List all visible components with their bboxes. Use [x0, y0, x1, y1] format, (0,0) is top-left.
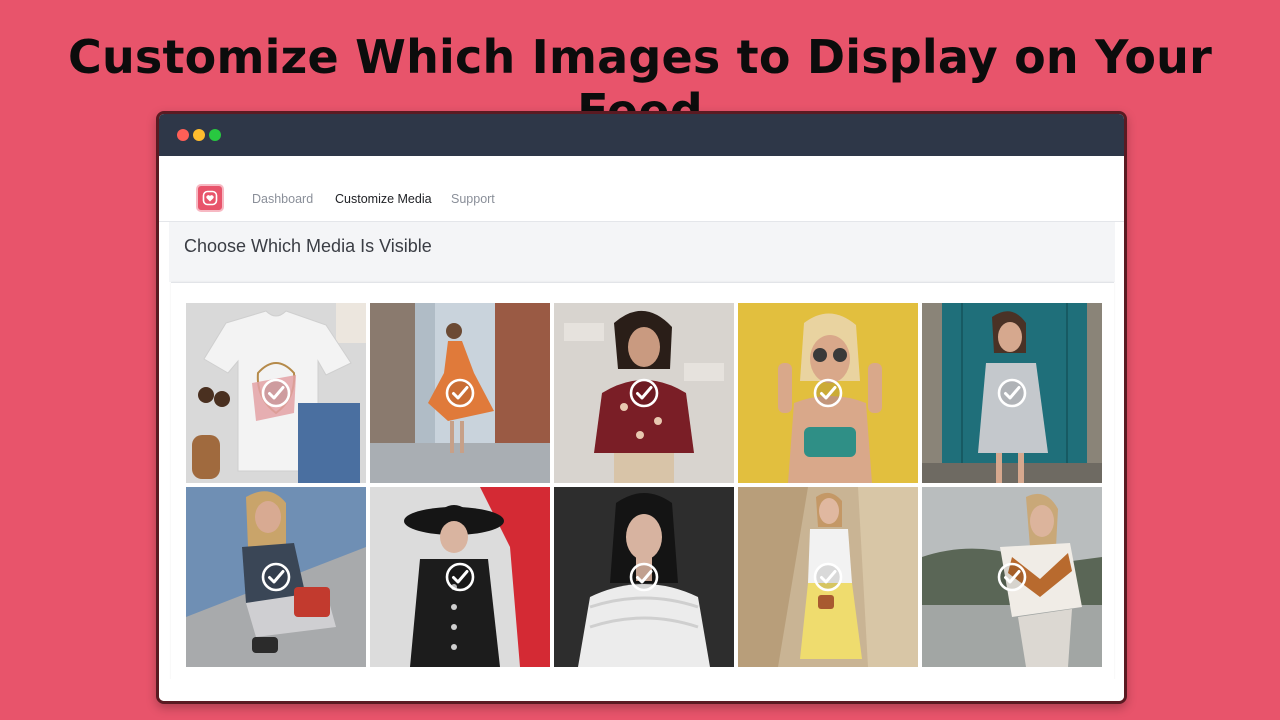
app-navbar: Dashboard Customize Media Support — [159, 156, 1124, 222]
nav-customize-media[interactable]: Customize Media — [335, 192, 432, 206]
media-tile[interactable] — [370, 303, 550, 483]
media-tile[interactable] — [738, 303, 918, 483]
check-circle-icon — [813, 378, 843, 408]
check-circle-icon — [629, 562, 659, 592]
media-card — [171, 282, 1114, 682]
nav-support[interactable]: Support — [451, 192, 495, 206]
check-circle-icon — [261, 562, 291, 592]
page-title: Choose Which Media Is Visible — [184, 236, 432, 256]
media-tile[interactable] — [370, 487, 550, 667]
media-tile[interactable] — [922, 487, 1102, 667]
check-circle-icon — [445, 562, 475, 592]
nav-dashboard[interactable]: Dashboard — [252, 192, 313, 206]
media-tile[interactable] — [186, 303, 366, 483]
media-tile[interactable] — [186, 487, 366, 667]
page-header: Choose Which Media Is Visible — [169, 222, 1115, 282]
media-grid — [186, 303, 1102, 667]
check-circle-icon — [629, 378, 659, 408]
media-tile[interactable] — [922, 303, 1102, 483]
media-tile[interactable] — [738, 487, 918, 667]
maximize-window-dot[interactable] — [209, 129, 221, 141]
instagram-heart-icon[interactable] — [196, 184, 224, 212]
check-circle-icon — [813, 562, 843, 592]
window-footer — [159, 679, 1124, 701]
media-tile[interactable] — [554, 487, 734, 667]
check-circle-icon — [997, 562, 1027, 592]
close-window-dot[interactable] — [177, 129, 189, 141]
minimize-window-dot[interactable] — [193, 129, 205, 141]
browser-window: Dashboard Customize Media Support Choose… — [156, 111, 1127, 704]
window-titlebar — [159, 114, 1124, 156]
check-circle-icon — [997, 378, 1027, 408]
media-tile[interactable] — [554, 303, 734, 483]
check-circle-icon — [261, 378, 291, 408]
check-circle-icon — [445, 378, 475, 408]
